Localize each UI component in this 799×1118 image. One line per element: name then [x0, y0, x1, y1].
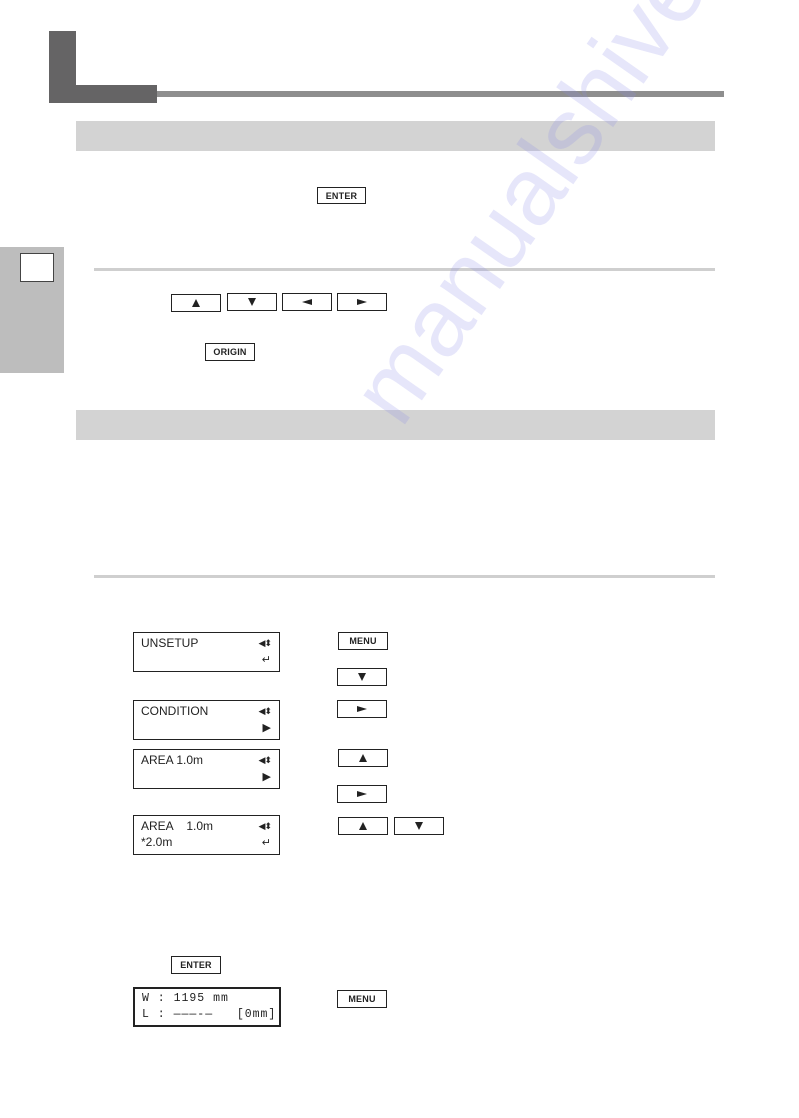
subsection-divider-1	[94, 268, 715, 271]
up-triangle-icon	[359, 754, 367, 762]
down-triangle-icon	[248, 298, 256, 306]
lcd-line-1: UNSETUP	[141, 636, 199, 650]
right-indicator-icon: ▶	[262, 722, 271, 734]
down-triangle-icon	[415, 822, 423, 830]
enter-key-icon: ENTER	[317, 187, 366, 204]
menu-key-icon: MENU	[337, 990, 387, 1008]
enter-return-icon: ↵	[261, 654, 271, 666]
section-heading-band-2	[76, 410, 715, 440]
right-arrow-key-icon	[337, 293, 387, 311]
lcd-display-width-length: W : 1195 mm L : ———-— [0mm]	[133, 987, 281, 1027]
chapter-header-rule	[157, 91, 724, 97]
lcd-line-1: AREA 1.0m	[141, 753, 204, 767]
right-arrow-key-icon	[337, 700, 387, 718]
right-triangle-icon	[357, 791, 367, 797]
enter-key-icon: ENTER	[171, 956, 221, 974]
menu-key-label: MENU	[349, 636, 377, 646]
section-heading-band-1	[76, 121, 715, 151]
right-triangle-icon	[357, 299, 367, 305]
enter-key-label: ENTER	[180, 960, 212, 970]
down-arrow-key-icon	[394, 817, 444, 835]
lcd-width-readout: W : 1195 mm	[142, 992, 229, 1005]
lcd-display-unsetup: UNSETUP ◀⬍ ↵	[133, 632, 280, 672]
enter-return-icon: ↵	[261, 837, 271, 849]
down-triangle-icon	[358, 673, 366, 681]
chapter-block-horizontal	[49, 85, 157, 103]
up-triangle-icon	[359, 822, 367, 830]
left-updown-indicator-icon: ◀⬍	[258, 638, 273, 648]
origin-key-icon: ORIGIN	[205, 343, 255, 361]
lcd-display-area: AREA 1.0m ◀⬍ ▶	[133, 749, 280, 789]
down-arrow-key-icon	[227, 293, 277, 311]
lcd-display-area-select: AREA 1.0m *2.0m ◀⬍ ↵	[133, 815, 280, 855]
right-triangle-icon	[357, 706, 367, 712]
lcd-line-1: AREA 1.0m	[141, 819, 214, 833]
up-arrow-key-icon	[338, 749, 388, 767]
up-arrow-key-icon	[338, 817, 388, 835]
right-arrow-key-icon	[337, 785, 387, 803]
subsection-divider-2	[94, 575, 715, 578]
menu-key-icon: MENU	[338, 632, 388, 650]
left-triangle-icon	[302, 299, 312, 305]
left-updown-indicator-icon: ◀⬍	[258, 706, 273, 716]
lcd-length-readout: L : ———-— [0mm]	[142, 1008, 277, 1021]
down-arrow-key-icon	[337, 668, 387, 686]
side-chapter-number-box	[20, 253, 54, 282]
watermark: manualshive.com	[330, 0, 799, 442]
up-triangle-icon	[192, 299, 200, 307]
lcd-line-1: CONDITION	[141, 704, 209, 718]
up-arrow-key-icon	[171, 294, 221, 312]
enter-key-label: ENTER	[325, 190, 358, 201]
lcd-line-2: *2.0m	[141, 835, 173, 849]
right-indicator-icon: ▶	[262, 771, 271, 783]
left-updown-indicator-icon: ◀⬍	[258, 755, 273, 765]
menu-key-label: MENU	[348, 994, 376, 1004]
left-arrow-key-icon	[282, 293, 332, 311]
lcd-display-condition: CONDITION ◀⬍ ▶	[133, 700, 280, 740]
origin-key-label: ORIGIN	[213, 347, 247, 357]
left-updown-indicator-icon: ◀⬍	[258, 821, 273, 831]
